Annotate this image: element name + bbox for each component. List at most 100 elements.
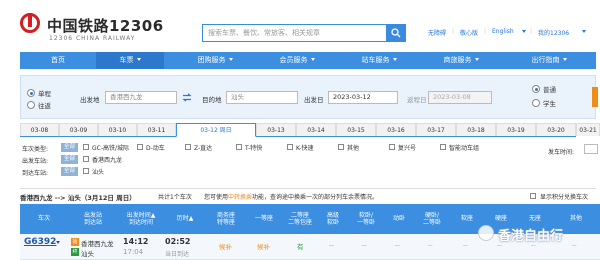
watermark-text: 香港自由行 (498, 229, 564, 244)
to-label: 目的地 (202, 96, 222, 104)
depart-station-all-button[interactable]: 全部 (61, 155, 79, 164)
date-tab[interactable]: 03-13 (256, 123, 296, 136)
to-station[interactable]: 汕头 (81, 248, 94, 258)
col-senior-soft: 高级 软卧 (326, 211, 339, 227)
route-title: 香港西九龙 --> 汕头（3月12日 周日） (20, 194, 136, 202)
site-search-box[interactable] (202, 24, 386, 42)
nav-member-service[interactable]: 会员服务 (256, 52, 338, 69)
train-type-checkbox[interactable] (440, 144, 446, 150)
divider: | (530, 28, 533, 35)
date-tabs: 03-08 03-09 03-10 03-11 03-12 周日 03-13 0… (20, 123, 576, 137)
show-points-label: 显示积分兑换车次 (540, 194, 589, 201)
train-type-checkbox[interactable] (83, 144, 89, 150)
date-tab[interactable]: 03-20 (536, 123, 576, 136)
depart-station-label: 出发车站: (22, 158, 49, 165)
search-button[interactable] (386, 24, 406, 42)
nav-station-service[interactable]: 站车服务 (338, 52, 420, 69)
show-points-checkbox[interactable] (530, 193, 536, 199)
chevron-down-icon[interactable] (56, 241, 60, 244)
train-type-checkbox[interactable] (236, 144, 242, 150)
chevron-down-icon (562, 58, 567, 61)
col-soft-sleeper: 软卧/ 一等卧 (356, 211, 375, 227)
language-link[interactable]: English (492, 28, 514, 35)
date-tab-active[interactable]: 03-12 周日 (176, 123, 256, 137)
date-tab[interactable]: 03-18 (456, 123, 496, 136)
date-tab[interactable]: 03-10 (98, 123, 137, 136)
passenger-normal-label: 普通 (543, 86, 556, 94)
business-seat-status[interactable]: 候补 (219, 241, 232, 251)
arrive-station-checkbox[interactable] (83, 168, 89, 174)
date-tab[interactable]: 03-08 (20, 123, 59, 136)
second-class-status[interactable]: 有 (297, 241, 304, 251)
train-type-checkbox[interactable] (137, 144, 143, 150)
arrival-day: 当日到达 (165, 251, 190, 258)
col-times[interactable]: 出发时间▲ 到达时间 (118, 204, 164, 234)
my-12306-link[interactable]: 我的12306 (538, 28, 569, 37)
train-number-link[interactable]: G6392 (24, 237, 56, 247)
passenger-student-radio[interactable] (532, 99, 540, 107)
train-type-label: Z-直达 (194, 145, 213, 152)
train-type-checkbox[interactable] (338, 144, 344, 150)
date-tab[interactable]: 03-19 (496, 123, 536, 136)
elderly-mode-link[interactable]: 敬心版 (460, 28, 478, 37)
seat-status: -- (395, 241, 400, 249)
train-type-label: T-特快 (245, 145, 263, 152)
nav-home[interactable]: 首页 (20, 52, 96, 69)
train-type-checkbox[interactable] (185, 144, 191, 150)
date-tab[interactable]: 03-09 (59, 123, 98, 136)
chevron-down-icon (310, 58, 315, 61)
depart-time-select[interactable] (584, 144, 598, 154)
train-type-label: GC-高铁/城际 (92, 145, 130, 152)
col-train-no: 车次 (37, 215, 50, 223)
nav-travel-guide[interactable]: 出行指南 (502, 52, 596, 69)
site-header: 中国铁路12306 12306 CHINA RAILWAY 无障碍 | 敬心版 … (0, 0, 600, 52)
first-class-status[interactable]: 候补 (257, 241, 270, 251)
swap-stations-icon[interactable] (182, 93, 192, 102)
logo-subtitle: 12306 CHINA RAILWAY (49, 35, 136, 42)
trip-duration: 02:52 (165, 237, 191, 246)
depart-time: 14:12 (123, 237, 149, 246)
col-motor-sleeper: 动卧 (392, 215, 405, 223)
date-tab[interactable]: 03-15 (336, 123, 376, 136)
round-trip-radio[interactable] (27, 101, 35, 109)
logo-title[interactable]: 中国铁路12306 (47, 15, 164, 36)
nav-tickets[interactable]: 车票 (96, 52, 164, 69)
train-type-label: 复兴号 (398, 145, 417, 152)
query-button[interactable] (592, 87, 598, 107)
return-date-input[interactable]: 2023-03-08 (428, 91, 492, 104)
col-duration[interactable]: 历时▲ (164, 204, 206, 234)
nav-business-service[interactable]: 商旅服务 (420, 52, 502, 69)
passenger-normal-radio[interactable] (532, 85, 540, 93)
from-station[interactable]: 香港西九龙 (81, 238, 114, 248)
site-search-input[interactable] (203, 25, 386, 41)
search-icon (391, 28, 401, 38)
return-date-label: 返程日 (407, 96, 427, 104)
accessibility-link[interactable]: 无障碍 (428, 28, 446, 37)
one-way-label: 单程 (38, 90, 51, 98)
chevron-down-icon (474, 58, 479, 61)
transfer-link[interactable]: 中转换乘 (228, 194, 252, 201)
date-tab[interactable]: 03-17 (416, 123, 456, 136)
train-type-checkbox[interactable] (389, 144, 395, 150)
from-station-input[interactable]: 香港西九龙 (105, 91, 177, 104)
arrive-station-all-button[interactable]: 全部 (61, 167, 79, 176)
train-type-checkbox[interactable] (287, 144, 293, 150)
date-tab[interactable]: 03-14 (296, 123, 336, 136)
divider: | (484, 28, 487, 35)
date-tab[interactable]: 03-16 (376, 123, 416, 136)
transfer-tip: 您可使用中转换乘功能，查询途中换乘一次的部分列车余票情况。 (204, 194, 379, 201)
col-stations[interactable]: 出发站 到达站 (68, 204, 118, 234)
date-tab[interactable]: 03-21 (576, 123, 600, 136)
depart-date-input[interactable]: 2023-03-12 (328, 91, 398, 104)
origin-badge: 始 (71, 238, 79, 246)
train-type-label: 其他 (347, 145, 360, 152)
railway-logo-icon[interactable] (20, 13, 40, 33)
date-tab[interactable]: 03-11 (137, 123, 176, 136)
to-station-input[interactable]: 汕头 (226, 91, 298, 104)
depart-station-checkbox[interactable] (83, 156, 89, 162)
train-type-all-button[interactable]: 全部 (61, 143, 79, 152)
nav-group-service[interactable]: 团购服务 (174, 52, 256, 69)
one-way-radio[interactable] (27, 89, 35, 97)
train-type-label: D-动车 (146, 145, 165, 152)
depart-time-label: 发车时间: (548, 149, 575, 156)
